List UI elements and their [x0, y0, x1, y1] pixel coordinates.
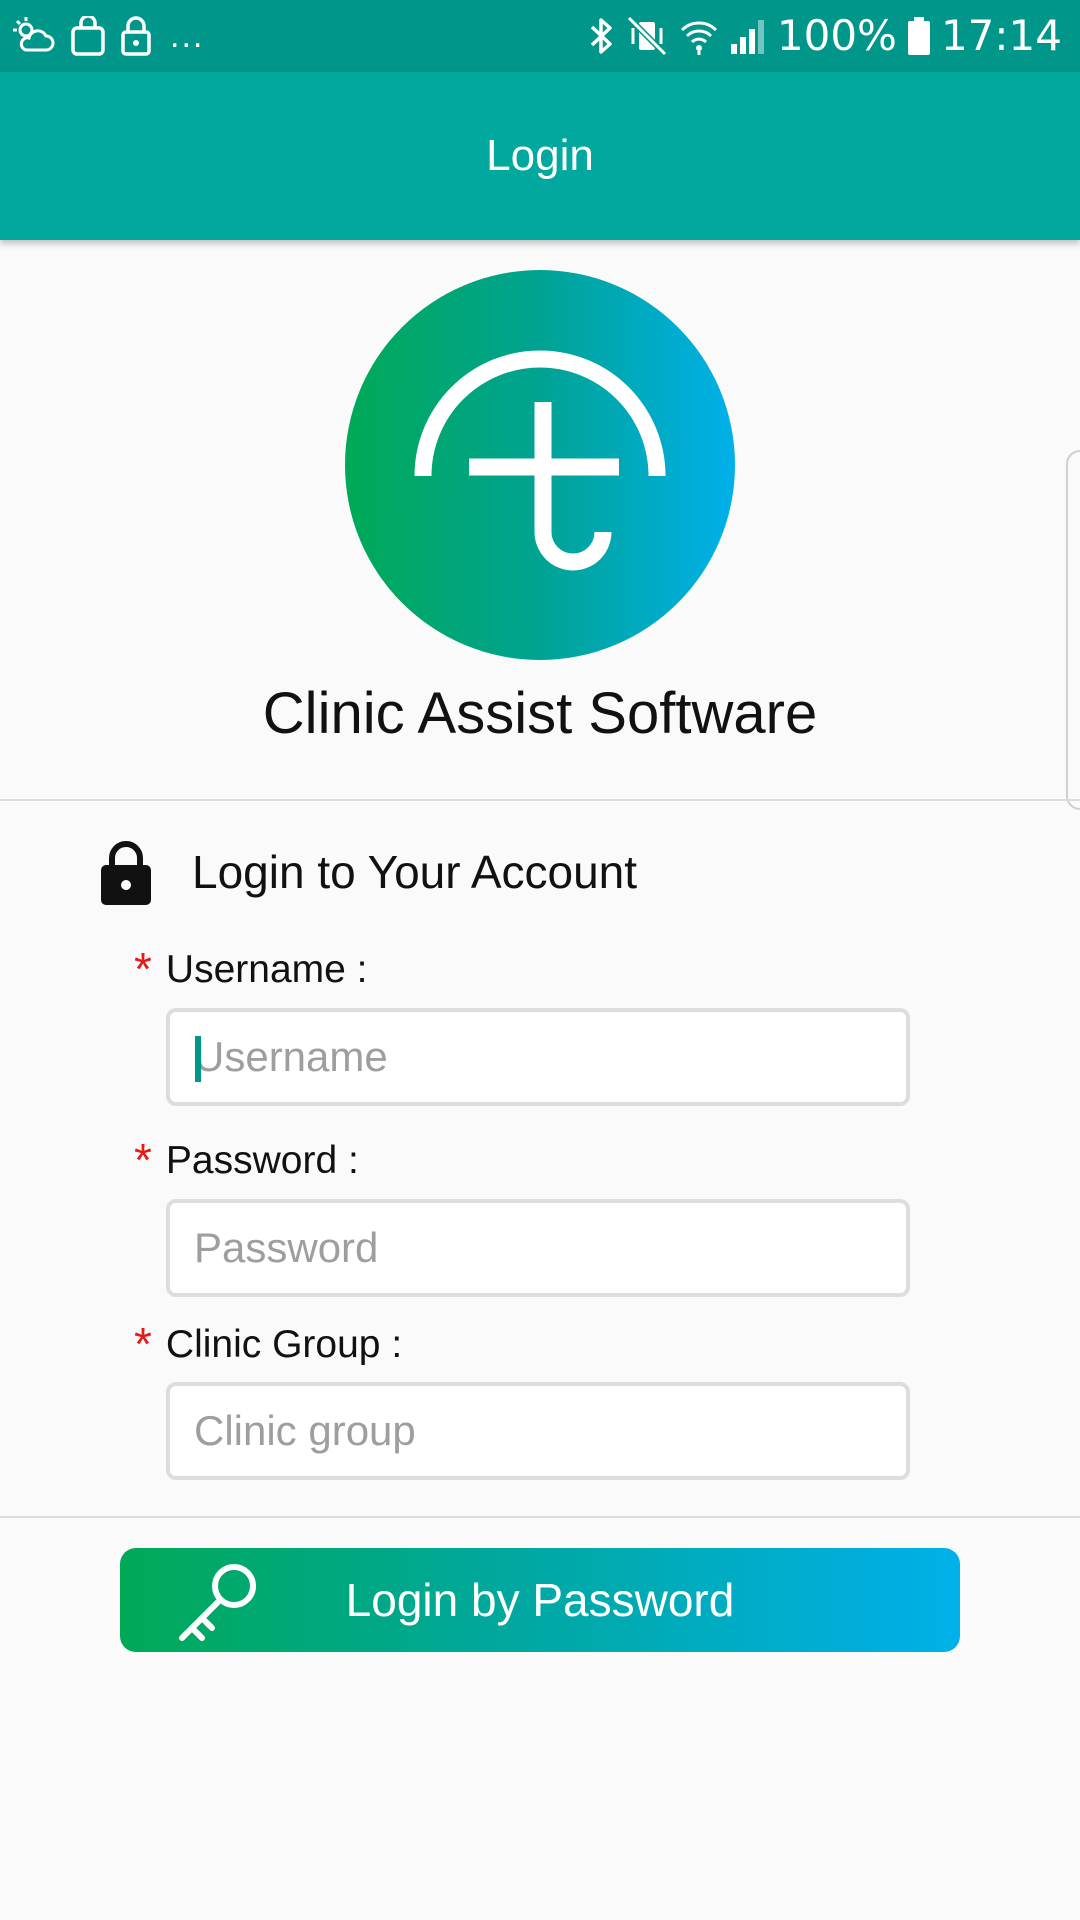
battery-percentage: 100%	[776, 11, 897, 60]
username-label-text: Username :	[165, 948, 368, 991]
edge-panel-handle[interactable]	[1066, 450, 1080, 810]
signal-icon	[730, 20, 764, 54]
notification-icons: ...	[12, 14, 204, 58]
required-mark: *	[134, 1318, 152, 1370]
battery-icon	[907, 17, 930, 55]
app-name: Clinic Assist Software	[262, 681, 818, 746]
password-input[interactable]	[166, 1199, 910, 1297]
more-notifications-indicator: ...	[170, 17, 205, 55]
shopping-bag-icon	[71, 16, 105, 56]
section-title: Login to Your Account	[192, 846, 638, 898]
username-input[interactable]	[166, 1008, 910, 1106]
status-bar: ... 100% 17:14	[0, 0, 1080, 72]
divider	[0, 799, 1080, 801]
login-section-header: Login to Your Account	[100, 836, 637, 908]
login-button-label: Login by Password	[345, 1574, 735, 1626]
vibrate-mute-icon	[626, 16, 667, 56]
lock-icon	[121, 16, 151, 56]
lock-icon	[101, 841, 151, 905]
bluetooth-icon	[590, 18, 612, 54]
clinic-group-input[interactable]	[166, 1382, 910, 1480]
login-by-password-button[interactable]: Login by Password	[120, 1548, 960, 1652]
weather-icon	[13, 17, 55, 52]
password-label: * Password :	[134, 1134, 359, 1186]
app-bar: Login	[0, 72, 1080, 240]
password-label-text: Password :	[165, 1139, 359, 1182]
system-icons: 100% 17:14	[589, 12, 1062, 60]
page-title: Login	[486, 131, 594, 180]
required-mark: *	[134, 943, 152, 995]
clock: 17:14	[940, 11, 1062, 60]
required-mark: *	[134, 1134, 152, 1186]
clinic-group-label-text: Clinic Group :	[165, 1323, 403, 1366]
clinic-group-label: * Clinic Group :	[134, 1318, 403, 1370]
divider	[0, 1516, 1080, 1518]
wifi-icon	[680, 21, 717, 55]
username-label: * Username :	[134, 943, 368, 995]
text-cursor	[195, 1036, 201, 1082]
clinic-logo	[345, 270, 735, 660]
